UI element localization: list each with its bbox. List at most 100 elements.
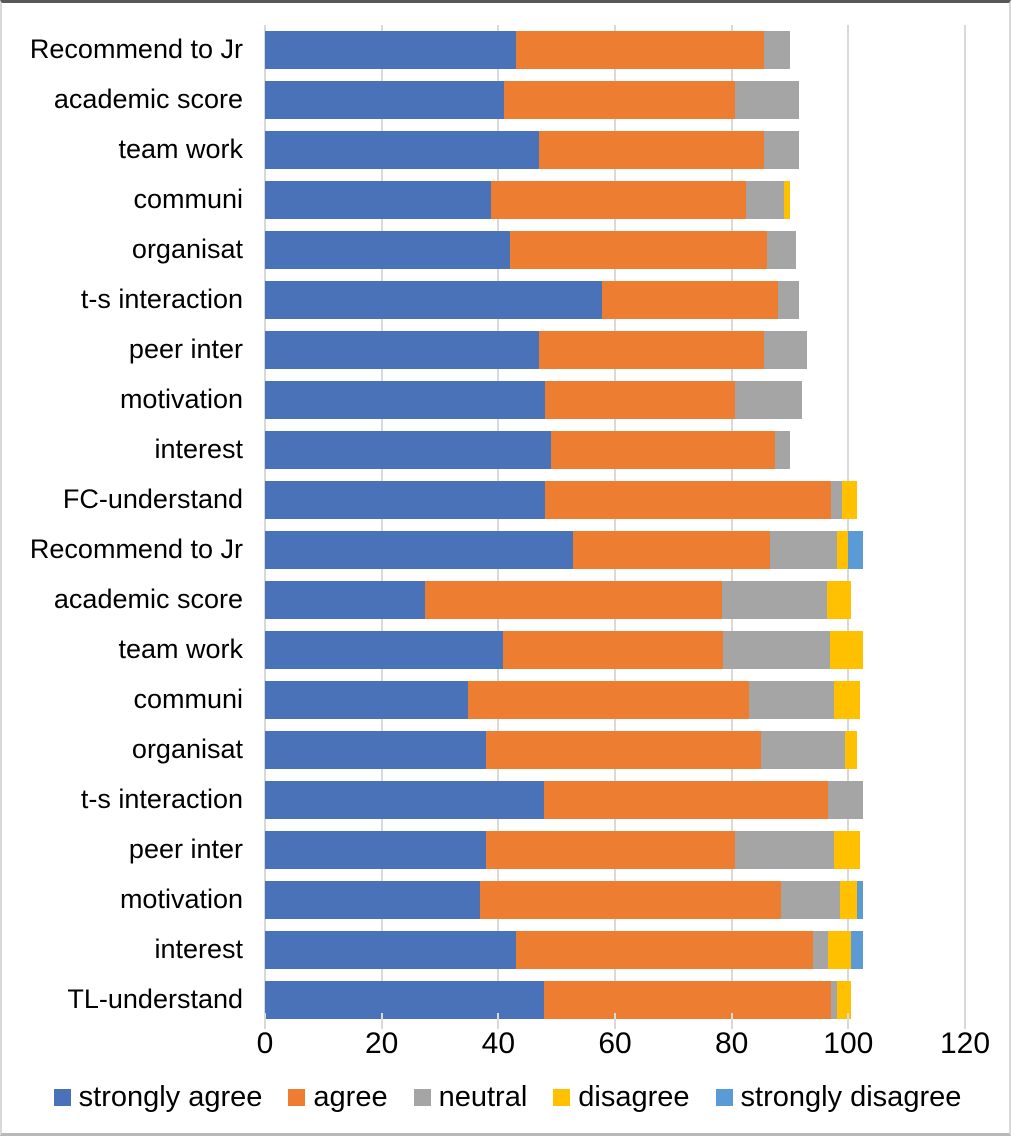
legend-item[interactable]: disagree xyxy=(553,1083,690,1112)
bar-segment-neutral[interactable] xyxy=(813,931,828,969)
bar-segment-strongly-agree[interactable] xyxy=(265,931,516,969)
bar-segment-neutral[interactable] xyxy=(734,381,802,419)
bar-segment-neutral[interactable] xyxy=(749,681,834,719)
bar-row[interactable] xyxy=(265,31,790,69)
bar-segment-agree[interactable] xyxy=(515,31,764,69)
bar-segment-disagree[interactable] xyxy=(833,831,860,869)
legend-item[interactable]: strongly agree xyxy=(53,1083,262,1112)
bar-segment-strongly-agree[interactable] xyxy=(265,481,545,519)
bar-segment-agree[interactable] xyxy=(479,881,782,919)
bar-segment-disagree[interactable] xyxy=(827,581,851,619)
bar-segment-strongly-agree[interactable] xyxy=(265,231,510,269)
bar-segment-agree[interactable] xyxy=(550,431,776,469)
bar-segment-agree[interactable] xyxy=(545,481,831,519)
bar-segment-neutral[interactable] xyxy=(734,81,799,119)
gridline-0 xyxy=(264,25,266,1025)
bar-segment-strongly-agree[interactable] xyxy=(265,181,492,219)
bar-segment-neutral[interactable] xyxy=(766,231,796,269)
bar-segment-strongly-agree[interactable] xyxy=(265,281,603,319)
bar-segment-strongly-agree[interactable] xyxy=(265,131,540,169)
bar-row[interactable] xyxy=(265,281,799,319)
bar-segment-neutral[interactable] xyxy=(830,481,843,519)
bar-segment-disagree[interactable] xyxy=(827,931,852,969)
bar-row[interactable] xyxy=(265,231,796,269)
bar-segment-neutral[interactable] xyxy=(746,181,785,219)
bar-segment-neutral[interactable] xyxy=(778,281,799,319)
bar-row[interactable] xyxy=(265,631,863,669)
bar-segment-neutral[interactable] xyxy=(763,331,808,369)
bar-row[interactable] xyxy=(265,781,863,819)
bar-row[interactable] xyxy=(265,331,808,369)
bar-segment-strongly-agree[interactable] xyxy=(265,431,551,469)
bar-row[interactable] xyxy=(265,831,860,869)
bar-segment-agree[interactable] xyxy=(491,181,747,219)
bar-segment-strongly-agree[interactable] xyxy=(265,881,480,919)
bar-segment-neutral[interactable] xyxy=(827,781,863,819)
bar-segment-neutral[interactable] xyxy=(775,431,790,469)
bar-segment-agree[interactable] xyxy=(504,81,735,119)
bar-segment-strongly-disagree[interactable] xyxy=(851,931,863,969)
bar-segment-strongly-disagree[interactable] xyxy=(857,881,863,919)
bar-segment-disagree[interactable] xyxy=(836,531,849,569)
bar-row[interactable] xyxy=(265,881,863,919)
bar-segment-neutral[interactable] xyxy=(734,831,834,869)
bar-segment-agree[interactable] xyxy=(539,131,764,169)
bar-segment-strongly-agree[interactable] xyxy=(265,531,573,569)
bar-row[interactable] xyxy=(265,481,858,519)
bar-row[interactable] xyxy=(265,731,858,769)
bar-segment-agree[interactable] xyxy=(543,981,831,1019)
bar-row[interactable] xyxy=(265,131,799,169)
legend-swatch-icon xyxy=(413,1089,431,1106)
bar-row[interactable] xyxy=(265,381,802,419)
bar-segment-agree[interactable] xyxy=(545,381,735,419)
bar-segment-strongly-disagree[interactable] xyxy=(848,531,863,569)
bar-segment-agree[interactable] xyxy=(515,931,814,969)
bar-row[interactable] xyxy=(265,681,860,719)
bar-segment-disagree[interactable] xyxy=(839,881,858,919)
bar-segment-strongly-agree[interactable] xyxy=(265,31,516,69)
bar-segment-agree[interactable] xyxy=(510,231,767,269)
bar-segment-disagree[interactable] xyxy=(784,181,790,219)
bar-segment-neutral[interactable] xyxy=(781,881,840,919)
bar-segment-disagree[interactable] xyxy=(829,631,863,669)
bar-segment-strongly-agree[interactable] xyxy=(265,831,486,869)
bar-row[interactable] xyxy=(265,581,851,619)
bar-segment-neutral[interactable] xyxy=(760,731,846,769)
bar-segment-agree[interactable] xyxy=(503,631,723,669)
bar-segment-agree[interactable] xyxy=(424,581,723,619)
bar-segment-agree[interactable] xyxy=(602,281,779,319)
bar-segment-agree[interactable] xyxy=(573,531,770,569)
bar-row[interactable] xyxy=(265,981,852,1019)
bar-segment-strongly-agree[interactable] xyxy=(265,331,540,369)
bar-segment-strongly-agree[interactable] xyxy=(265,681,468,719)
bar-segment-neutral[interactable] xyxy=(722,581,828,619)
legend-item[interactable]: strongly disagree xyxy=(715,1083,961,1112)
bar-segment-neutral[interactable] xyxy=(722,631,830,669)
bar-row[interactable] xyxy=(265,931,863,969)
bar-segment-disagree[interactable] xyxy=(833,681,860,719)
bar-segment-agree[interactable] xyxy=(485,731,761,769)
bar-segment-strongly-agree[interactable] xyxy=(265,981,544,1019)
bar-row[interactable] xyxy=(265,531,863,569)
bar-segment-neutral[interactable] xyxy=(769,531,837,569)
bar-segment-neutral[interactable] xyxy=(763,31,790,69)
bar-segment-strongly-agree[interactable] xyxy=(265,631,503,669)
bar-segment-strongly-agree[interactable] xyxy=(265,381,545,419)
legend-item[interactable]: agree xyxy=(288,1083,388,1112)
bar-segment-agree[interactable] xyxy=(468,681,750,719)
legend-item[interactable]: neutral xyxy=(413,1083,527,1112)
bar-segment-strongly-agree[interactable] xyxy=(265,581,425,619)
bar-segment-disagree[interactable] xyxy=(842,481,858,519)
bar-segment-neutral[interactable] xyxy=(763,131,799,169)
bar-segment-agree[interactable] xyxy=(485,831,735,869)
bar-row[interactable] xyxy=(265,181,790,219)
bar-row[interactable] xyxy=(265,81,799,119)
bar-segment-strongly-agree[interactable] xyxy=(265,81,505,119)
bar-row[interactable] xyxy=(265,431,790,469)
bar-segment-strongly-agree[interactable] xyxy=(265,781,544,819)
bar-segment-agree[interactable] xyxy=(539,331,764,369)
bar-segment-strongly-agree[interactable] xyxy=(265,731,486,769)
bar-segment-agree[interactable] xyxy=(543,781,828,819)
bar-segment-disagree[interactable] xyxy=(845,731,858,769)
category-label: peer inter xyxy=(128,334,243,364)
